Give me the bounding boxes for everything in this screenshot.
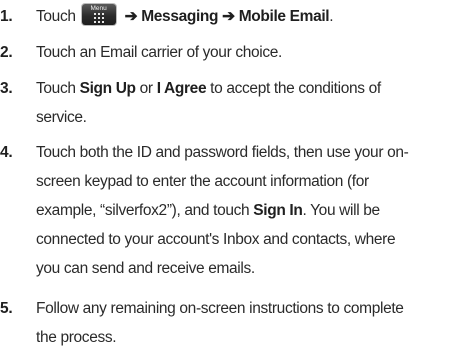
step-line: example, “silverfox2”), and touch Sign I…: [36, 196, 464, 225]
menu-key-label: Menu: [90, 5, 107, 12]
step-text: Touch an Email carrier of your choice.: [36, 38, 464, 67]
step-text: Follow any remaining on-screen instructi…: [36, 294, 464, 352]
step-number: 5.: [0, 300, 13, 317]
step-line: Follow any remaining on-screen instructi…: [36, 300, 404, 317]
step-line: screen keypad to enter the account infor…: [36, 173, 369, 190]
step-text: Touch Menu ➔ Messaging ➔ Mobile Email.: [36, 2, 464, 31]
step-line: connected to your account's Inbox and co…: [36, 231, 396, 248]
step-number: 2.: [0, 44, 13, 61]
step-number: 1.: [0, 8, 13, 25]
step-line: Touch Menu ➔ Messaging ➔ Mobile Email.: [36, 2, 464, 31]
step-line: you can send and receive emails.: [36, 260, 255, 277]
sign-up-label: Sign Up: [79, 80, 136, 97]
step-text-segment: Touch: [36, 8, 76, 25]
menu-path: ➔ Messaging ➔ Mobile Email: [124, 8, 330, 25]
menu-key-icon: Menu: [81, 4, 116, 25]
step-text: Touch both the ID and password fields, t…: [36, 138, 464, 283]
step-text-segment: .: [329, 8, 334, 25]
step-line: the process.: [36, 329, 117, 346]
step-text-segment: to accept the conditions of: [206, 80, 381, 97]
menu-grid-icon: [93, 13, 104, 23]
step-line: Touch both the ID and password fields, t…: [36, 144, 409, 161]
step-number: 4.: [0, 144, 13, 161]
step-text-segment: example, “silverfox2”), and touch: [36, 202, 254, 219]
instructions-document: 1. Touch Menu ➔ Messaging ➔ Mobile Email . …: [0, 0, 464, 356]
step-number: 3.: [0, 80, 13, 97]
step-text-segment: or: [135, 80, 157, 97]
step-text-segment: Touch: [36, 80, 80, 97]
step-text: Touch Sign Up or I Agree to accept the c…: [36, 74, 464, 132]
i-agree-label: I Agree: [156, 80, 207, 97]
sign-in-label: Sign In: [253, 202, 303, 219]
step-line: service.: [36, 109, 87, 126]
step-line: Touch an Email carrier of your choice.: [36, 44, 283, 61]
step-text-segment: . You will be: [302, 202, 380, 219]
step-line: Touch Sign Up or I Agree to accept the c…: [36, 74, 464, 103]
